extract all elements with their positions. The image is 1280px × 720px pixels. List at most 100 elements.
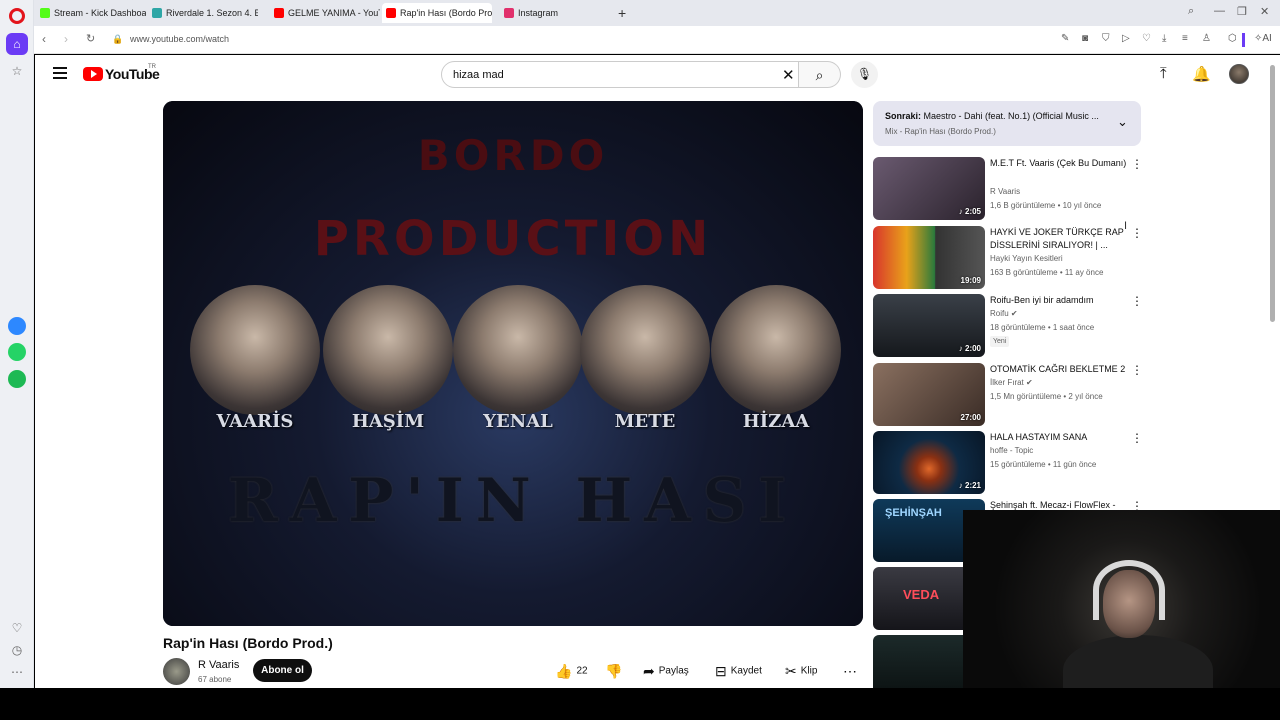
chevron-down-icon[interactable]: ⌄ [1117,114,1128,130]
whatsapp-icon[interactable] [8,343,26,361]
camera-icon[interactable]: ◙ [1082,33,1088,44]
tab-instagram[interactable]: Instagram [500,3,610,23]
new-tab-icon[interactable]: + [618,3,626,23]
maximize-icon[interactable]: ❐ [1237,5,1247,18]
upload-icon[interactable]: ⤒ [1160,65,1167,82]
kebab-menu-icon[interactable]: ⋮ [1131,363,1143,378]
clear-search-icon[interactable]: ✕ [782,66,795,84]
recommendation-item[interactable]: 27:00 OTOMATİK CAĞRI BEKLETME 2 İlker Fı… [873,363,1143,427]
rec-meta: 163 B görüntüleme • 11 ay önce [990,268,1104,277]
kebab-menu-icon[interactable]: ⋮ [1131,226,1143,241]
clip-button[interactable]: ✂ Klip [785,659,817,683]
artist-photo [453,285,583,415]
rec-title[interactable]: OTOMATİK CAĞRI BEKLETME 2 [990,363,1130,376]
kebab-menu-icon[interactable]: ⋮ [1131,157,1143,172]
bell-icon[interactable]: 🔔 [1192,65,1211,83]
save-button[interactable]: ⊟ Kaydet [715,659,762,683]
duration-badge: ♪ 2:21 [958,481,981,490]
messenger-icon[interactable] [8,317,26,335]
bookmark-icon: ⊟ [715,663,727,679]
menu-icon[interactable]: ≡ [1182,33,1188,44]
kebab-menu-icon[interactable]: ⋮ [1131,294,1143,309]
rec-title[interactable]: Roifu-Ben iyi bir adamdım [990,294,1130,307]
rec-channel[interactable]: hoffe - Topic [990,446,1033,455]
back-icon[interactable]: ‹ [42,32,46,46]
recommendation-item[interactable]: ♪ 2:21 HALA HASTAYIM SANA hoffe - Topic … [873,431,1143,495]
video-thumbnail[interactable]: 19:09 [873,226,985,289]
dislike-button[interactable]: 👎 [605,659,626,683]
tab-rapin-hasi[interactable]: Rap'in Hası (Bordo Prod.) [382,3,492,23]
profile-icon[interactable]: ♙ [1202,33,1211,44]
forward-icon[interactable]: › [64,32,68,46]
microphone-icon[interactable]: 🎙 [851,61,878,88]
rec-channel[interactable]: İlker Fırat ✔ [990,378,1033,387]
channel-name[interactable]: R Vaaris [198,659,239,671]
youtube-icon [274,8,284,18]
shield-icon[interactable]: ⛉ [1102,33,1110,44]
channel-avatar[interactable] [163,658,190,685]
cube-icon[interactable]: ⬡ [1228,33,1237,44]
avatar[interactable] [1229,64,1249,84]
search-tabs-icon[interactable]: ⌕ [1188,5,1194,18]
video-thumbnail[interactable]: ♪ 2:21 [873,431,985,494]
tab-riverdale[interactable]: Riverdale 1. Sezon 4. Bölüm [148,3,258,23]
youtube-logo-icon[interactable] [83,67,103,81]
ai-button[interactable]: ✧AI [1254,33,1272,44]
video-player[interactable]: BORDO PRODUCTION VAARİS HAŞİM YENAL METE… [163,101,863,626]
search-input[interactable]: hizaa mad [453,69,504,81]
up-next-prefix: Sonraki: [885,111,922,121]
rec-title[interactable]: M.E.T Ft. Vaaris (Çek Bu Dumanı) [990,157,1130,170]
subscriber-count: 67 abone [198,675,232,684]
share-icon: ➦ [643,663,655,679]
headphones [1093,560,1165,620]
play-icon[interactable]: ▷ [1122,33,1130,44]
thumbs-down-icon: 👎 [605,663,623,679]
rec-channel[interactable]: Hayki Yayın Kesitleri [990,254,1063,263]
recommendation-item[interactable]: ♪ 2:05 M.E.T Ft. Vaaris (Çek Bu Dumanı) … [873,157,1143,221]
minimize-icon[interactable]: — [1214,5,1225,17]
edit-icon[interactable]: ✎ [1061,33,1069,44]
url-field[interactable]: www.youtube.com/watch [130,34,229,44]
download-icon[interactable]: ⤓ [1162,33,1166,44]
home-icon[interactable]: ⌂ [6,33,28,55]
more-icon[interactable]: ⋯ [9,664,25,680]
duration-badge: 27:00 [960,413,981,422]
search-box[interactable]: hizaa mad ✕ [441,61,799,88]
search-button[interactable]: ⌕ [799,61,841,88]
star-icon[interactable]: ☆ [9,63,25,79]
opera-logo-icon[interactable] [9,8,25,24]
tab-gelme-yanima[interactable]: GELME YANIMA - YouTube [270,3,380,23]
rec-title[interactable]: HALA HASTAYIM SANA [990,431,1130,444]
up-next-subtitle: Mix - Rap'in Hası (Bordo Prod.) [885,127,996,136]
reload-icon[interactable]: ↻ [86,32,95,45]
kebab-menu-icon[interactable]: ⋮ [1131,431,1143,446]
recommendation-item[interactable]: 19:09 HAYKİ VE JOKER TÜRKÇE RAP DİSSLERİ… [873,226,1143,290]
up-next-panel[interactable]: Sonraki: Maestro - Dahi (feat. No.1) (Of… [873,101,1141,146]
artist-name: YENAL [483,411,553,432]
rec-channel[interactable]: R Vaaris [990,187,1020,196]
subscribe-button[interactable]: Abone ol [253,659,312,682]
video-thumbnail[interactable]: ♪ 2:05 [873,157,985,220]
heart-icon[interactable]: ♡ [1142,33,1151,44]
thumbnail-text: ŞEHİNŞAH [885,507,942,519]
more-actions-icon[interactable]: ⋯ [843,659,857,683]
tab-kick[interactable]: Stream - Kick Dashboard [36,3,146,23]
recommendation-item[interactable]: ♪ 2:00 Roifu-Ben iyi bir adamdım Roifu ✔… [873,294,1143,358]
rec-title[interactable]: HAYKİ VE JOKER TÜRKÇE RAP DİSSLERİNİ SIR… [990,226,1130,252]
history-icon[interactable]: ◷ [9,642,25,658]
close-icon[interactable]: ✕ [1260,5,1269,18]
tab-bar: Stream - Kick Dashboard Riverdale 1. Sez… [34,0,1280,26]
menu-icon[interactable] [53,67,67,79]
video-thumbnail[interactable]: ♪ 2:00 [873,294,985,357]
divider [1242,33,1245,47]
rec-meta: 15 görüntüleme • 11 gün önce [990,460,1097,469]
heart-icon[interactable]: ♡ [9,620,25,636]
tab-label: Riverdale 1. Sezon 4. Bölüm [166,8,258,18]
rec-channel[interactable]: Roifu ✔ [990,309,1018,318]
video-thumbnail[interactable]: 27:00 [873,363,985,426]
artist-photo [190,285,320,415]
spotify-icon[interactable] [8,370,26,388]
like-button[interactable]: 👍 22 [555,659,588,683]
share-button[interactable]: ➦ Paylaş [643,659,689,683]
scrollbar[interactable] [1270,65,1275,322]
